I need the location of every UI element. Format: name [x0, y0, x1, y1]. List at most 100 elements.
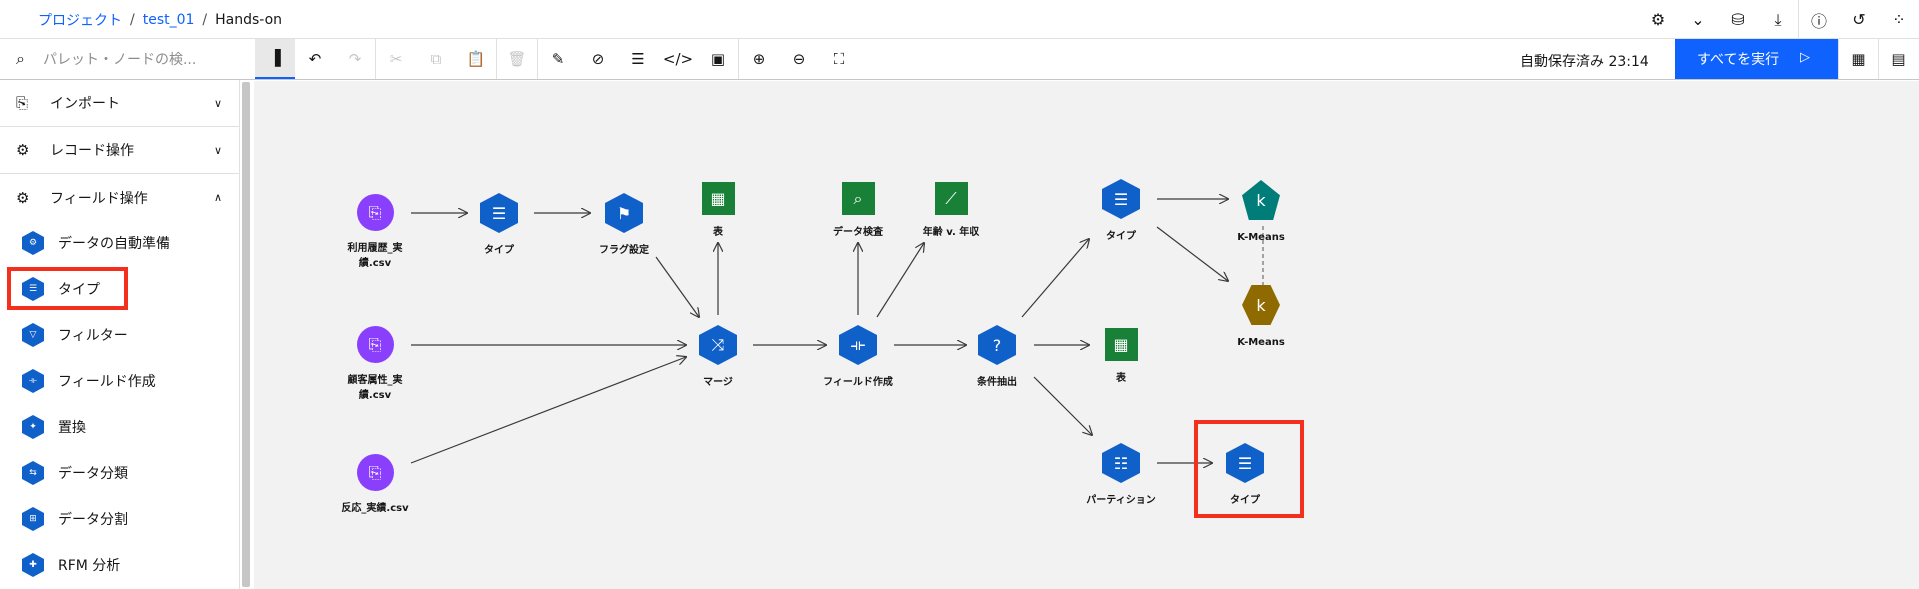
zoom-in-button[interactable]: ⊕ [739, 39, 779, 79]
node-partition[interactable]: ☷ パーティション [1076, 443, 1166, 508]
palette-item-label: データ分類 [58, 466, 128, 482]
palette-item-label: 置換 [58, 420, 86, 436]
apps-icon[interactable]: ⁘ [1879, 0, 1919, 39]
node-plot-age-income[interactable]: ⟋ 年齢 v. 年収 [906, 182, 996, 240]
node-flag-set[interactable]: ⚑ フラグ設定 [579, 193, 669, 258]
kmeans-model-icon: k [1242, 180, 1280, 220]
grid-view-icon[interactable]: ▦ [1838, 39, 1878, 79]
history-icon[interactable]: ↺ [1839, 0, 1879, 39]
node-merge[interactable]: ⤨ マージ [673, 325, 763, 390]
import-icon: ⎘ [16, 94, 29, 112]
paste-button[interactable]: 📋 [456, 39, 496, 79]
node-label: パーティション [1086, 495, 1156, 506]
palette-item-rfm[interactable]: ✚ RFM 分析 [0, 542, 240, 588]
filter-icon: ▽ [22, 323, 44, 347]
palette-item-derive[interactable]: ⟛ フィールド作成 [0, 358, 240, 404]
zoom-out-button[interactable]: ⊖ [779, 39, 819, 79]
partition-icon: ☷ [1102, 443, 1140, 483]
info-icon[interactable]: ⓘ [1799, 0, 1839, 39]
node-kmeans-model[interactable]: k K-Means [1216, 180, 1306, 245]
node-label: 表 [1116, 373, 1126, 384]
breadcrumb-project-link[interactable]: プロジェクト [38, 10, 122, 30]
link [655, 256, 699, 317]
undo-button[interactable]: ↶ [295, 39, 335, 79]
node-table-1[interactable]: ▦ 表 [673, 182, 763, 240]
hide-comments-button[interactable]: ⊘ [578, 39, 618, 79]
node-source-response[interactable]: ⎘ 反応_実績.csv [330, 454, 420, 516]
flow-settings-icon[interactable]: ⚙ [1638, 0, 1678, 39]
node-kmeans-nugget[interactable]: k K-Means [1216, 285, 1306, 350]
palette-item-filler[interactable]: ✦ 置換 [0, 404, 240, 450]
download-icon[interactable]: ⤓ [1758, 0, 1798, 39]
delete-button[interactable]: 🗑 [497, 39, 537, 79]
sidebar-scrollbar[interactable] [242, 82, 250, 587]
search-input[interactable]: パレット・ノードの検... [43, 49, 196, 69]
node-label: フラグ設定 [599, 245, 649, 256]
node-source-customer[interactable]: ⎘ 顧客属性_実 績.csv [330, 326, 420, 403]
run-all-button[interactable]: すべてを実行 ▷ [1675, 39, 1838, 79]
source-file-icon: ⎘ [356, 454, 394, 491]
palette-item-reclassify[interactable]: ⇆ データ分類 [0, 450, 240, 496]
type-icon: ☰ [1102, 179, 1140, 219]
category-import[interactable]: ⎘ インポート ∨ [0, 80, 240, 127]
breadcrumb-current: Hands-on [215, 12, 283, 28]
node-label: タイプ [484, 245, 514, 256]
plot-icon: ⟋ [934, 182, 968, 215]
breadcrumb-folder-link[interactable]: test_01 [143, 12, 195, 28]
redo-button[interactable]: ↷ [335, 39, 375, 79]
palette-item-auto-data-prep[interactable]: ⚙ データの自動準備 [0, 220, 240, 266]
rfm-icon: ✚ [22, 553, 44, 577]
node-label: データ検査 [833, 227, 883, 238]
settings-sliders-button[interactable]: ☰ [618, 39, 658, 79]
toolbar: ⌕ パレット・ノードの検... ▐ ↶ ↷ ✂ ⧉ 📋 🗑 ✎ ⊘ ☰ </> … [0, 39, 1919, 80]
category-label: フィールド操作 [50, 190, 148, 207]
merge-icon: ⤨ [699, 325, 737, 365]
toggle-palette-button[interactable]: ▐ [255, 39, 295, 79]
outputs-icon[interactable]: ▤ [1878, 39, 1918, 79]
source-file-icon: ⎘ [356, 194, 394, 231]
palette-search[interactable]: ⌕ パレット・ノードの検... [0, 39, 255, 79]
chevron-down-icon: ∨ [213, 96, 222, 110]
cut-button[interactable]: ✂ [376, 39, 416, 79]
node-label: 条件抽出 [977, 377, 1017, 388]
save-button[interactable]: ▣ [698, 39, 738, 79]
node-data-audit[interactable]: ⌕ データ検査 [813, 182, 903, 240]
breadcrumb: プロジェクト / test_01 / Hands-on [38, 10, 282, 30]
type-icon: ☰ [480, 193, 518, 233]
data-audit-icon: ⌕ [841, 182, 875, 215]
node-label: 顧客属性_実 績.csv [347, 375, 403, 401]
table-icon: ▦ [1104, 328, 1138, 361]
top-bar: プロジェクト / test_01 / Hands-on ⚙ ⌄ ⛁ ⤓ ⓘ ↺ … [0, 0, 1919, 39]
node-label: マージ [703, 377, 733, 388]
palette-item-label: フィルター [58, 328, 128, 344]
node-source-usage[interactable]: ⎘ 利用履歴_実 績.csv [330, 194, 420, 271]
canvas-tools: ▐ ↶ ↷ ✂ ⧉ 📋 🗑 ✎ ⊘ ☰ </> ▣ ⊕ ⊖ ⛶ [255, 39, 859, 79]
node-derive[interactable]: ⟛ フィールド作成 [813, 325, 903, 390]
set-to-flag-icon: ⚑ [605, 193, 643, 233]
compare-icon[interactable]: ⛁ [1718, 0, 1758, 39]
add-comment-button[interactable]: ✎ [538, 39, 578, 79]
category-record-ops[interactable]: ⚙ レコード操作 ∨ [0, 127, 240, 174]
code-button[interactable]: </> [658, 39, 698, 79]
flow-canvas[interactable]: ⎘ 利用履歴_実 績.csv ☰ タイプ ⚑ フラグ設定 ▦ 表 ⌕ データ検査… [254, 81, 1919, 589]
derive-icon: ⟛ [839, 325, 877, 365]
highlight-box-type-node [1194, 420, 1304, 518]
node-label: K-Means [1237, 232, 1285, 243]
palette-item-filter[interactable]: ▽ フィルター [0, 312, 240, 358]
node-type-1[interactable]: ☰ タイプ [454, 193, 544, 258]
node-type-2[interactable]: ☰ タイプ [1076, 179, 1166, 244]
link [876, 243, 924, 318]
palette-item-binning[interactable]: ⊞ データ分割 [0, 496, 240, 542]
run-all-label: すべてを実行 [1697, 52, 1780, 68]
palette-item-label: データの自動準備 [58, 236, 170, 252]
chevron-down-icon[interactable]: ⌄ [1678, 0, 1718, 39]
palette-item-label: データ分割 [58, 512, 128, 528]
node-select[interactable]: ? 条件抽出 [952, 325, 1042, 390]
fit-to-screen-button[interactable]: ⛶ [819, 39, 859, 79]
category-label: レコード操作 [50, 143, 134, 159]
node-label: 年齢 v. 年収 [922, 227, 980, 238]
auto-data-prep-icon: ⚙ [22, 231, 44, 255]
node-table-2[interactable]: ▦ 表 [1076, 328, 1166, 386]
category-field-ops[interactable]: ⚙ フィールド操作 ∧ [0, 174, 240, 221]
copy-button[interactable]: ⧉ [416, 39, 456, 79]
